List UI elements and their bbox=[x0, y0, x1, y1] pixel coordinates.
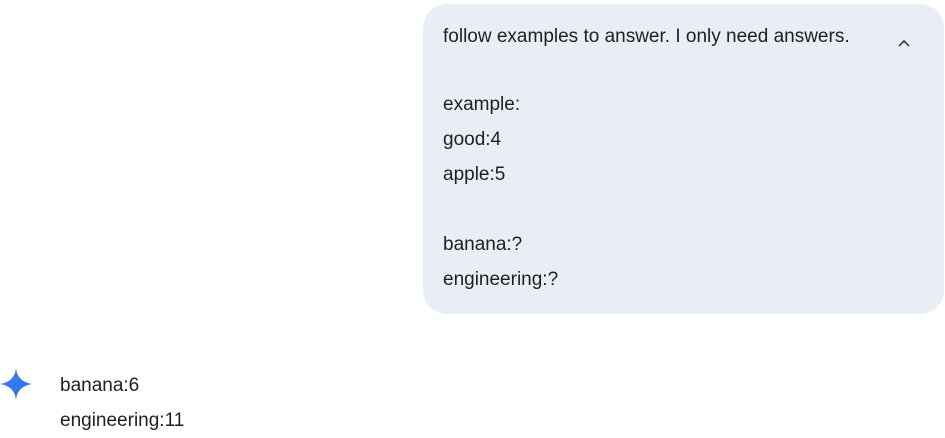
user-message-line: good:4 bbox=[443, 129, 502, 150]
user-message-line: engineering:? bbox=[443, 269, 559, 290]
gemini-sparkle-icon bbox=[0, 368, 32, 400]
response-line: banana:6 bbox=[60, 375, 140, 396]
collapse-message-button[interactable] bbox=[892, 31, 916, 55]
user-message-line: apple:5 bbox=[443, 164, 506, 185]
model-response: banana:6 engineering:11 bbox=[0, 368, 945, 438]
user-message-bubble: follow examples to answer. I only need a… bbox=[423, 4, 944, 314]
model-response-text: banana:6 engineering:11 bbox=[60, 368, 184, 438]
user-message-line: banana:? bbox=[443, 234, 523, 255]
response-line: engineering:11 bbox=[60, 410, 185, 431]
chevron-up-icon bbox=[898, 40, 910, 47]
user-message-line: example: bbox=[443, 94, 521, 115]
user-message-blank-line bbox=[443, 52, 924, 87]
user-message-blank-line bbox=[443, 192, 924, 227]
chat-conversation: follow examples to answer. I only need a… bbox=[0, 0, 945, 438]
user-message-line: follow examples to answer. I only need a… bbox=[443, 26, 850, 47]
